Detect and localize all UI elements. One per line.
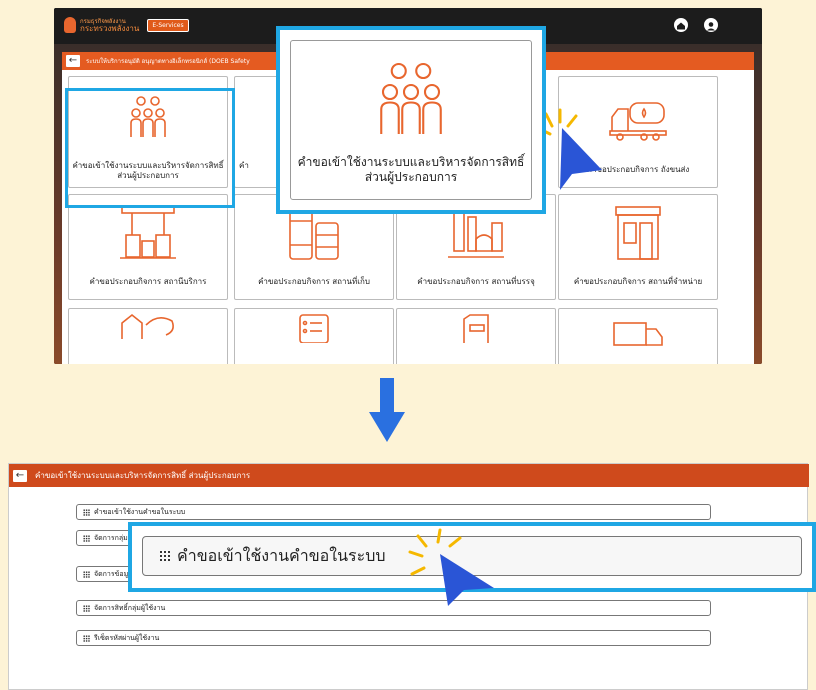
panel-title: ระบบให้บริการอนุมัติ อนุญาตทางอิเล็กทรอน…: [86, 58, 250, 65]
people-group-icon: [380, 62, 442, 134]
document-icon: [463, 314, 489, 343]
delivery-truck-icon: [613, 322, 663, 346]
grid-icon: [83, 570, 90, 578]
tile-gas-station[interactable]: คำขอประกอบกิจการ สถานีบริการ: [68, 194, 228, 300]
org-line2: กระทรวงพลังงาน: [80, 24, 140, 33]
back-arrow-icon[interactable]: ←: [66, 55, 80, 67]
tile-label: คำขอประกอบกิจการ สถานที่จำหน่าย: [573, 277, 703, 286]
menu-item-reset-password[interactable]: รีเซ็ตรหัสผ่านผู้ใช้งาน: [76, 630, 711, 646]
zoomed-tile-label: คำขอเข้าใช้งานระบบและบริหารจัดการสิทธิ์ …: [297, 155, 525, 184]
tile-label: คำขอประกอบกิจการ สถานีบริการ: [89, 277, 207, 286]
tile-row3-1[interactable]: [68, 308, 228, 364]
factory-icon: [121, 313, 174, 339]
shop-icon: [615, 206, 661, 260]
tanker-truck-icon: [609, 102, 667, 141]
gas-station-icon: [120, 206, 176, 259]
tile-row3-2[interactable]: [234, 308, 394, 364]
click-cursor-icon: [408, 528, 494, 606]
menu-item-label: จัดการกลุ่ม: [94, 533, 128, 542]
home-icon[interactable]: [674, 18, 688, 32]
grid-icon: [83, 534, 90, 542]
grid-icon: [83, 508, 90, 516]
grid-icon: [83, 604, 90, 612]
down-arrow-icon: [369, 378, 405, 442]
menu-item-label: คำขอเข้าใช้งานคำขอในระบบ: [94, 507, 186, 516]
menu-item-label: จัดการข้อมู: [94, 569, 129, 578]
menu-item-request-access[interactable]: คำขอเข้าใช้งานคำขอในระบบ: [76, 504, 711, 520]
tile-row3-4[interactable]: [558, 308, 718, 364]
eservices-badge: E-Services: [147, 18, 189, 32]
list-document-icon: [299, 314, 329, 343]
zoom-callout-step1: คำขอเข้าใช้งานระบบและบริหารจัดการสิทธิ์ …: [276, 26, 546, 214]
zoomed-tile[interactable]: คำขอเข้าใช้งานระบบและบริหารจัดการสิทธิ์ …: [290, 40, 532, 200]
zoomed-menu-label: คำขอเข้าใช้งานคำขอในระบบ: [177, 545, 386, 565]
menu-item-label: รีเซ็ตรหัสผ่านผู้ใช้งาน: [94, 633, 160, 642]
tile-label: คำขอประกอบกิจการ สถานที่เก็บ: [258, 277, 370, 286]
tile-label: คำขอประกอบกิจการ สถานที่บรรจุ: [417, 277, 535, 286]
tile-shop[interactable]: คำขอประกอบกิจการ สถานที่จำหน่าย: [558, 194, 718, 300]
grid-icon: [159, 550, 171, 562]
grid-icon: [83, 634, 90, 642]
page-header: ← คำขอเข้าใช้งานระบบและบริหารจัดการสิทธิ…: [9, 464, 809, 487]
menu-item-group-permissions[interactable]: จัดการสิทธิ์กลุ่มผู้ใช้งาน: [76, 600, 711, 616]
highlight-box: [65, 88, 235, 208]
user-circle-icon[interactable]: [704, 18, 718, 32]
menu-item-label: จัดการสิทธิ์กลุ่มผู้ใช้งาน: [94, 603, 166, 612]
back-arrow-icon[interactable]: ←: [13, 469, 27, 482]
page-title: คำขอเข้าใช้งานระบบและบริหารจัดการสิทธิ์ …: [35, 471, 251, 480]
logo: กรมธุรกิจพลังงาน กระทรวงพลังงาน E-Servic…: [64, 17, 189, 33]
flame-logo-icon: [64, 17, 76, 33]
tile-row3-3[interactable]: [396, 308, 556, 364]
